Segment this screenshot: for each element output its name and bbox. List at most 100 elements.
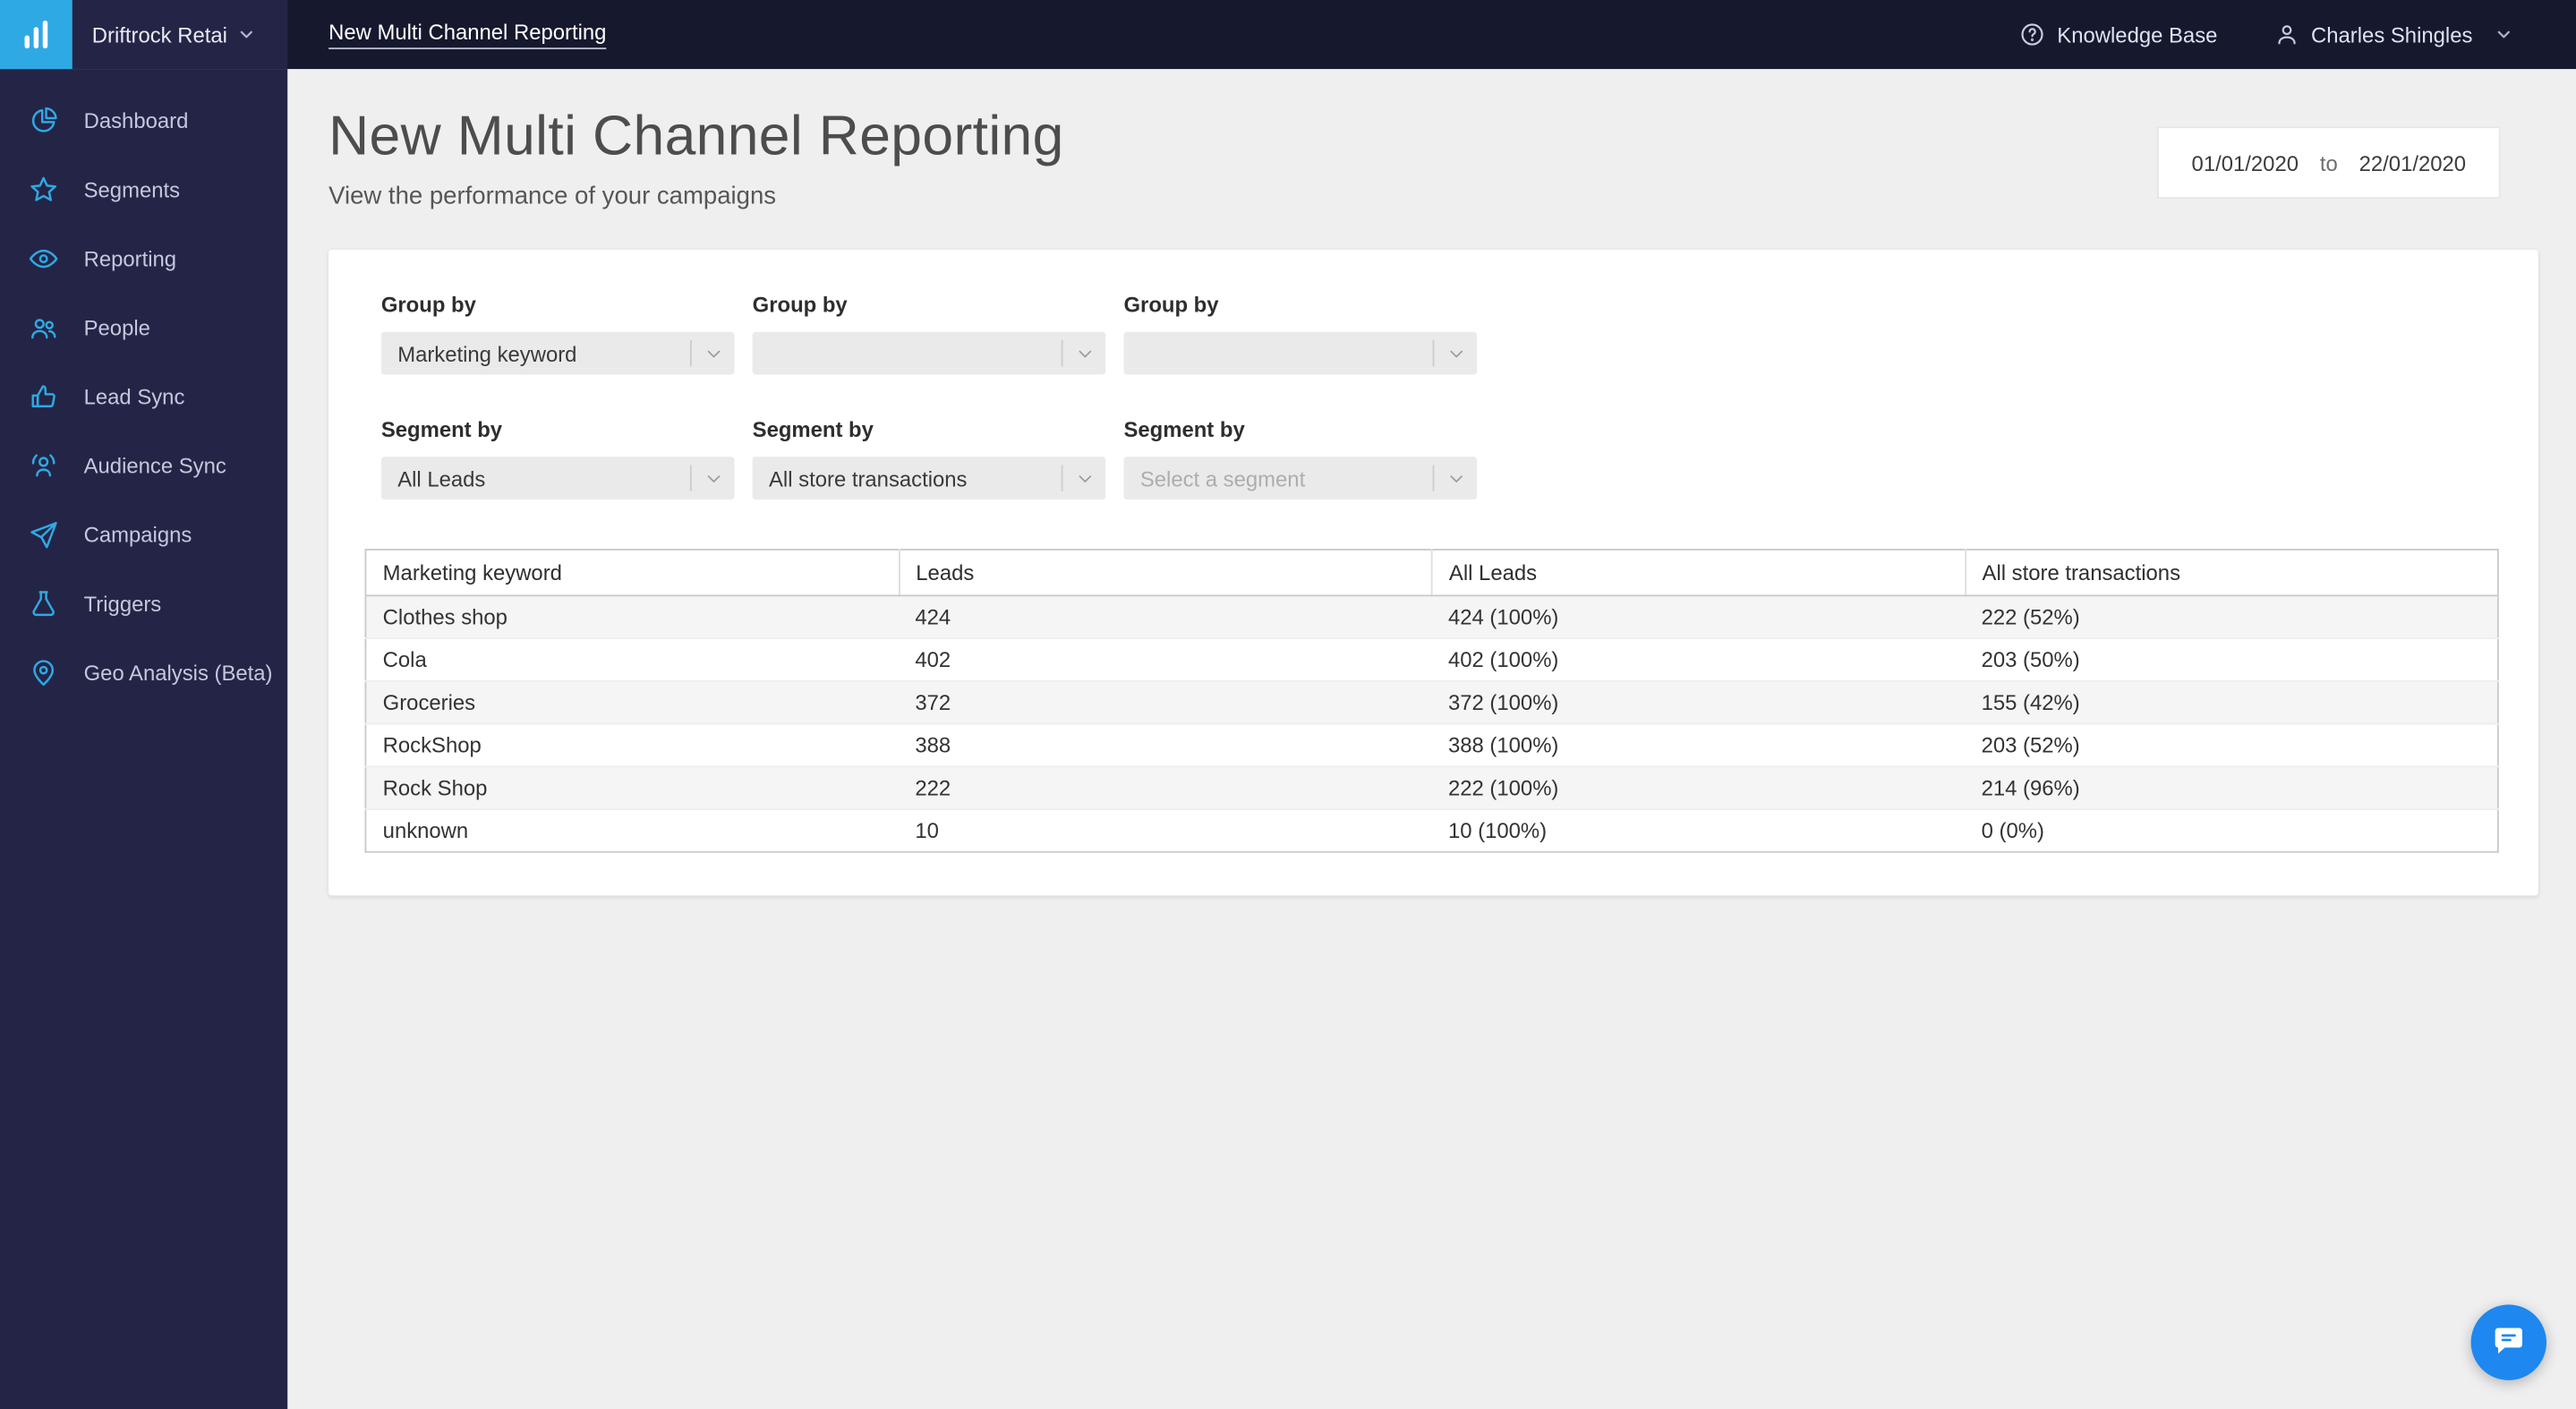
- table-row: unknown 10 10 (100%) 0 (0%): [365, 809, 2497, 852]
- main-content: New Multi Channel Reporting View the per…: [287, 69, 2576, 1409]
- table-cell: 155 (42%): [1965, 680, 2498, 725]
- column-header-marketing-keyword: Marketing keyword: [365, 549, 900, 597]
- group-by-select-1[interactable]: Marketing keyword: [380, 331, 735, 375]
- chevron-down-icon: [2494, 25, 2513, 45]
- segment-by-select-3-label: Segment by: [1123, 417, 1245, 442]
- segment-by-filters: Segment by All Leads Segment by All store t…: [380, 417, 2499, 500]
- sidebar-item-label: Triggers: [83, 590, 162, 616]
- person-sync-icon: [25, 449, 61, 481]
- star-icon: [25, 174, 61, 205]
- segment-by-select-3[interactable]: Select a segment: [1123, 457, 1478, 500]
- column-header-all-leads: All Leads: [1431, 549, 1966, 597]
- sidebar-item-lead-sync[interactable]: Lead Sync: [0, 362, 287, 431]
- table-cell: 10: [915, 818, 939, 843]
- date-separator: to: [2319, 149, 2338, 175]
- page-subtitle: View the performance of your campaigns: [328, 182, 777, 210]
- chat-bubble-icon: [2491, 1322, 2527, 1363]
- chevron-down-icon: [704, 457, 725, 500]
- group-by-select-1-group: Group by Marketing keyword: [380, 292, 735, 375]
- sidebar-item-dashboard[interactable]: Dashboard: [0, 85, 287, 154]
- segment-by-select-1-label: Segment by: [380, 417, 503, 442]
- report-table: Marketing keyword Leads All Leads All store…: [364, 549, 2499, 853]
- table-cell: 0 (0%): [1981, 818, 2044, 843]
- sidebar-item-people[interactable]: People: [0, 293, 287, 362]
- sidebar-item-label: Geo Analysis (Beta): [83, 659, 273, 685]
- group-by-select-2[interactable]: [752, 331, 1106, 375]
- table-cell: 203 (50%): [1965, 638, 2498, 682]
- group-by-select-2-group: Group by: [752, 293, 1106, 375]
- table-cell: unknown: [382, 818, 469, 843]
- segment-by-select-2-label: Segment by: [752, 417, 874, 442]
- table-cell: Clothes shop: [365, 595, 900, 640]
- table-cell: 222 (100%): [1431, 766, 1966, 810]
- segment-by-select-1-value: All Leads: [397, 465, 486, 491]
- table-cell: Groceries: [365, 680, 900, 725]
- report-card: Group by Marketing keyword Group by Group b…: [328, 249, 2538, 896]
- column-header-leads: Leads: [899, 549, 1433, 597]
- chevron-down-icon: [1074, 457, 1096, 500]
- sidebar-item-label: Dashboard: [83, 107, 189, 132]
- location-pin-icon: [25, 656, 61, 687]
- sidebar-item-label: Lead Sync: [83, 383, 185, 409]
- chevron-down-icon: [704, 332, 725, 375]
- group-by-select-3-label: Group by: [1123, 292, 1219, 318]
- topbar: Driftrock Retai New Multi Channel Report…: [0, 0, 2576, 70]
- thumbs-up-icon: [25, 380, 61, 412]
- intercom-launcher-button[interactable]: [2470, 1304, 2547, 1380]
- table-cell: 372 (100%): [1431, 680, 1966, 725]
- table-cell: 402 (100%): [1431, 638, 1966, 682]
- select-divider: [689, 339, 692, 367]
- account-switcher[interactable]: Driftrock Retai: [0, 0, 288, 70]
- sidebar-item-campaigns[interactable]: Campaigns: [0, 500, 287, 568]
- user-menu[interactable]: Charles Shingles: [2273, 21, 2513, 47]
- chevron-down-icon: [1446, 457, 1467, 500]
- sidebar-item-label: Audience Sync: [83, 452, 226, 478]
- table-cell: Rock Shop: [365, 766, 900, 810]
- app-window: Driftrock Retai New Multi Channel Report…: [0, 0, 2576, 1409]
- sidebar-item-label: Segments: [83, 176, 181, 201]
- group-by-select-3-group: Group by: [1123, 292, 1478, 375]
- table-row: RockShop 388 388 (100%) 203 (52%): [365, 723, 2498, 768]
- segment-by-select-2-value: All store transactions: [769, 465, 968, 491]
- date-from-input[interactable]: 01/01/2020: [2192, 150, 2299, 175]
- table-cell: 372: [899, 680, 1432, 725]
- eye-icon: [25, 243, 61, 274]
- table-cell: 388: [899, 723, 1432, 768]
- sidebar-item-label: Reporting: [83, 245, 177, 270]
- date-to-input[interactable]: 22/01/2020: [2359, 150, 2466, 175]
- column-header-all-store-transactions: All store transactions: [1965, 549, 2498, 597]
- pie-chart-icon: [25, 105, 61, 136]
- segment-by-select-1[interactable]: All Leads: [380, 457, 735, 500]
- people-icon: [25, 312, 61, 343]
- user-icon: [2273, 21, 2299, 47]
- table-cell: 424 (100%): [1431, 595, 1966, 640]
- group-by-select-1-value: Marketing keyword: [397, 340, 577, 366]
- user-name: Charles Shingles: [2311, 21, 2473, 47]
- sidebar-item-geo-analysis-beta[interactable]: Geo Analysis (Beta): [0, 637, 287, 706]
- select-divider: [1432, 339, 1435, 367]
- table-cell: 222: [899, 766, 1432, 810]
- driftrock-logo-icon: [0, 0, 73, 70]
- sidebar-item-label: People: [83, 314, 150, 340]
- table-row: Groceries 372 372 (100%) 155 (42%): [365, 680, 2498, 725]
- sidebar-item-audience-sync[interactable]: Audience Sync: [0, 431, 287, 500]
- table-cell: RockShop: [365, 723, 900, 768]
- table-cell: 222 (52%): [1965, 595, 2498, 640]
- knowledge-base-label: Knowledge Base: [2057, 21, 2218, 47]
- table-cell: 402: [899, 638, 1432, 682]
- segment-by-select-2[interactable]: All store transactions: [752, 457, 1106, 500]
- sidebar-item-segments[interactable]: Segments: [0, 155, 287, 224]
- help-circle-icon: [2019, 21, 2045, 47]
- segment-by-select-3-value: Select a segment: [1139, 465, 1306, 491]
- select-divider: [1432, 465, 1435, 491]
- table-cell: Cola: [365, 638, 900, 682]
- sidebar: Dashboard Segments Reporting People Lead Syn…: [0, 69, 288, 1409]
- knowledge-base-link[interactable]: Knowledge Base: [2019, 21, 2217, 47]
- group-by-select-3[interactable]: [1123, 331, 1478, 375]
- group-by-select-1-label: Group by: [380, 292, 476, 318]
- sidebar-item-triggers[interactable]: Triggers: [0, 568, 287, 637]
- select-divider: [1061, 339, 1063, 367]
- page-title: New Multi Channel Reporting: [328, 105, 1064, 168]
- sidebar-item-reporting[interactable]: Reporting: [0, 224, 287, 293]
- table-row: Cola 402 402 (100%) 203 (50%): [365, 638, 2498, 682]
